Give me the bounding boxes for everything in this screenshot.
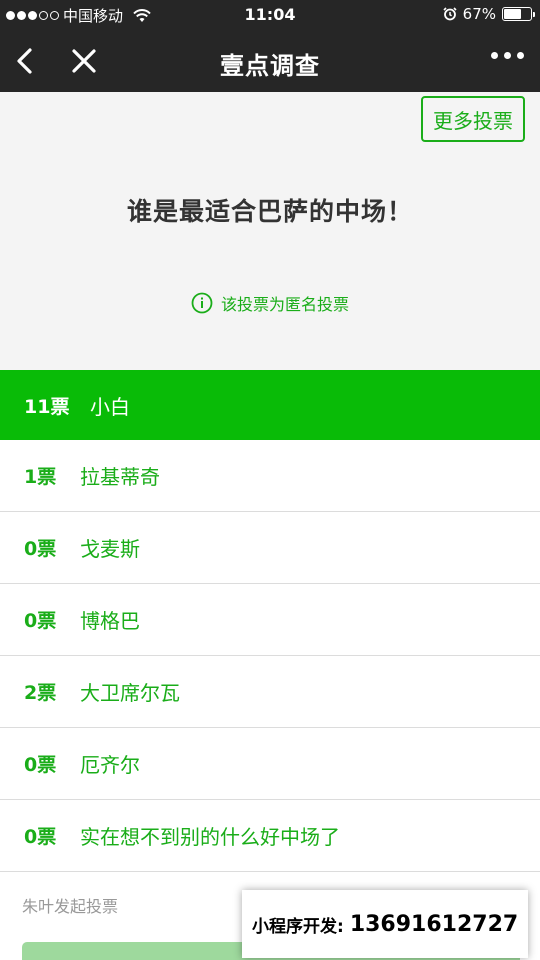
- vote-count: 0票: [24, 538, 57, 560]
- ad-label: 小程序开发:: [252, 916, 344, 937]
- anonymous-notice-text: 该投票为匿名投票: [220, 295, 349, 314]
- nav-bar: 壹点调查: [0, 30, 540, 92]
- more-votes-button[interactable]: 更多投票: [421, 96, 525, 142]
- vote-count: 0票: [24, 754, 57, 776]
- developer-ad-banner: 小程序开发: 13691612727: [242, 890, 528, 958]
- vote-count: 2票: [24, 682, 57, 704]
- vote-count: 0票: [24, 826, 57, 848]
- status-bar: 中国移动 11:04 67%: [0, 0, 540, 30]
- vote-option[interactable]: 0票 博格巴: [0, 584, 540, 656]
- vote-option[interactable]: 0票 戈麦斯: [0, 512, 540, 584]
- option-name: 实在想不到别的什么好中场了: [80, 825, 340, 849]
- battery-percent: 67%: [462, 5, 496, 23]
- vote-count: 0票: [24, 610, 57, 632]
- anonymous-notice: 该投票为匿名投票: [0, 291, 540, 315]
- vote-count: 11票: [24, 395, 70, 418]
- ad-phone: 13691612727: [349, 911, 519, 937]
- option-name: 博格巴: [80, 609, 140, 633]
- vote-count: 1票: [24, 466, 57, 488]
- battery-icon: [502, 7, 535, 21]
- page-title: 壹点调查: [220, 52, 320, 80]
- vote-options-list: 11票 小白 1票 拉基蒂奇 0票 戈麦斯 0票 博格巴 2票 大卫席尔瓦 0票…: [0, 370, 540, 872]
- option-name: 大卫席尔瓦: [80, 681, 180, 705]
- vote-option[interactable]: 0票 厄齐尔: [0, 728, 540, 800]
- option-name: 拉基蒂奇: [80, 465, 160, 489]
- alarm-icon: [443, 7, 457, 21]
- poll-header: 更多投票 谁是最适合巴萨的中场！ 该投票为匿名投票: [0, 92, 540, 370]
- poll-title: 谁是最适合巴萨的中场！: [126, 197, 413, 226]
- vote-option[interactable]: 0票 实在想不到别的什么好中场了: [0, 800, 540, 872]
- vote-option[interactable]: 11票 小白: [0, 370, 540, 440]
- option-name: 厄齐尔: [80, 753, 140, 777]
- option-name: 戈麦斯: [80, 537, 140, 561]
- more-options-icon[interactable]: [491, 52, 524, 59]
- info-icon: [191, 292, 213, 314]
- vote-option[interactable]: 1票 拉基蒂奇: [0, 440, 540, 512]
- vote-option[interactable]: 2票 大卫席尔瓦: [0, 656, 540, 728]
- initiator-label: 朱叶发起投票: [22, 897, 119, 916]
- option-name: 小白: [90, 394, 130, 419]
- status-right: 67%: [443, 5, 535, 23]
